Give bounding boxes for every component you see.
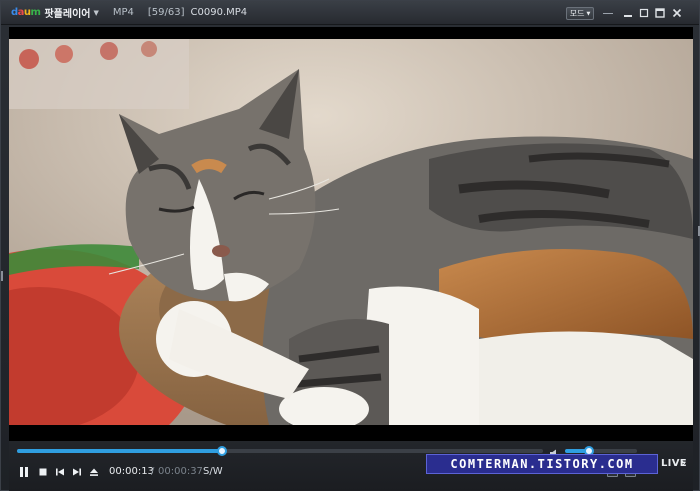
video-area[interactable] [9, 27, 693, 441]
cat-video-frame [9, 39, 693, 425]
eject-icon [90, 468, 98, 476]
restore-button[interactable] [638, 7, 650, 19]
chevron-down-icon: ▼ [586, 10, 591, 17]
video-frame [9, 39, 693, 425]
app-name: 팟플레이어 [44, 9, 91, 20]
pause-icon [20, 467, 28, 477]
minimize-icon [624, 15, 632, 17]
playlist-position: [59/63] [147, 7, 185, 18]
minimize-button[interactable] [622, 7, 634, 19]
titlebar-separator [603, 13, 613, 14]
daum-logo: daum [11, 7, 41, 18]
current-time: 00:00:13 [109, 466, 154, 477]
volume-slider[interactable] [565, 446, 637, 456]
potplayer-window: daum 팟플레이어 ▼ MP4 [59/63] C0090.MP4 모드 ▼ [0, 0, 700, 491]
skip-forward-icon [73, 468, 81, 476]
time-separator: / [151, 466, 155, 477]
decoder-sw-toggle[interactable]: S/W [203, 466, 223, 477]
pause-button[interactable] [17, 465, 31, 479]
title-bar: daum 팟플레이어 ▼ MP4 [59/63] C0090.MP4 [1, 1, 699, 25]
app-menu[interactable]: daum 팟플레이어 ▼ [11, 1, 99, 25]
stop-button[interactable] [36, 465, 50, 479]
seek-handle[interactable] [217, 446, 228, 456]
format-label: MP4 [112, 7, 134, 18]
total-time: 00:00:37 [158, 466, 203, 477]
watermark: COMTERMAN.TISTORY.COM [426, 454, 658, 474]
restore-icon [639, 8, 649, 18]
maximize-icon [655, 8, 665, 18]
chevron-right-icon[interactable]: › [681, 456, 686, 470]
maximize-button[interactable] [654, 7, 666, 19]
seek-bar[interactable] [17, 446, 543, 456]
stop-icon [39, 468, 47, 476]
mode-button[interactable]: 모드 ▼ [566, 7, 594, 20]
resize-handle[interactable] [1, 271, 3, 281]
close-icon [672, 8, 682, 18]
eject-button[interactable] [87, 465, 101, 479]
seek-progress [17, 449, 223, 453]
next-button[interactable] [70, 465, 84, 479]
close-button[interactable] [671, 7, 683, 19]
chevron-down-icon: ▼ [93, 8, 99, 17]
file-name: C0090.MP4 [190, 7, 248, 18]
previous-button[interactable] [53, 465, 67, 479]
skip-back-icon [56, 468, 64, 476]
mode-label: 모드 [569, 9, 585, 18]
